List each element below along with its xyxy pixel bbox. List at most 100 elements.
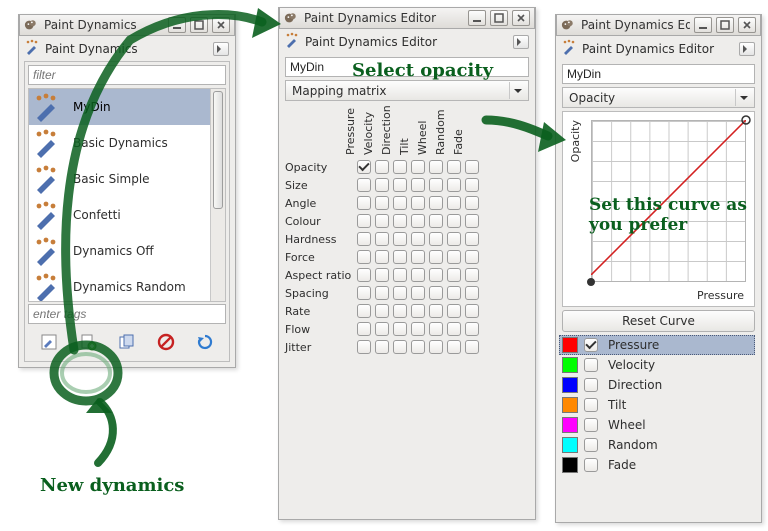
matrix-checkbox[interactable] — [357, 322, 371, 336]
matrix-checkbox[interactable] — [465, 250, 479, 264]
legend-checkbox[interactable] — [584, 358, 598, 372]
matrix-checkbox[interactable] — [429, 160, 443, 174]
edit-dynamics-button[interactable] — [32, 330, 66, 354]
matrix-checkbox[interactable] — [375, 268, 389, 282]
matrix-checkbox[interactable] — [465, 196, 479, 210]
list-item[interactable]: Basic Simple — [29, 161, 225, 197]
list-item[interactable]: Confetti — [29, 197, 225, 233]
matrix-checkbox[interactable] — [411, 160, 425, 174]
matrix-checkbox[interactable] — [411, 304, 425, 318]
matrix-checkbox[interactable] — [447, 160, 461, 174]
matrix-checkbox[interactable] — [447, 214, 461, 228]
minimize-button[interactable] — [468, 10, 486, 26]
curve-editor[interactable]: Opacity Pressure — [562, 111, 755, 307]
matrix-checkbox[interactable] — [393, 322, 407, 336]
dock-menu-button[interactable] — [513, 35, 529, 49]
matrix-checkbox[interactable] — [447, 250, 461, 264]
dynamics-name-input[interactable] — [285, 57, 529, 77]
matrix-checkbox[interactable] — [357, 286, 371, 300]
legend-row[interactable]: Pressure — [559, 335, 755, 355]
matrix-checkbox[interactable] — [429, 178, 443, 192]
titlebar[interactable]: Paint Dynamics Editor — [556, 14, 761, 36]
matrix-checkbox[interactable] — [447, 304, 461, 318]
matrix-checkbox[interactable] — [357, 304, 371, 318]
list-scrollbar[interactable] — [210, 89, 225, 301]
new-dynamics-button[interactable] — [71, 330, 105, 354]
list-item[interactable]: Dynamics Off — [29, 233, 225, 269]
matrix-checkbox[interactable] — [447, 178, 461, 192]
matrix-checkbox[interactable] — [465, 214, 479, 228]
matrix-checkbox[interactable] — [357, 196, 371, 210]
legend-row[interactable]: Wheel — [562, 415, 755, 435]
matrix-checkbox[interactable] — [465, 268, 479, 282]
legend-row[interactable]: Direction — [562, 375, 755, 395]
matrix-checkbox[interactable] — [375, 196, 389, 210]
matrix-checkbox[interactable] — [375, 178, 389, 192]
matrix-checkbox[interactable] — [429, 232, 443, 246]
matrix-checkbox[interactable] — [357, 178, 371, 192]
maximize-button[interactable] — [190, 17, 208, 33]
matrix-checkbox[interactable] — [411, 196, 425, 210]
matrix-checkbox[interactable] — [393, 250, 407, 264]
matrix-checkbox[interactable] — [375, 250, 389, 264]
filter-input[interactable] — [28, 65, 226, 85]
maximize-button[interactable] — [716, 17, 734, 33]
matrix-checkbox[interactable] — [411, 322, 425, 336]
close-button[interactable] — [212, 17, 230, 33]
list-item[interactable]: MyDin — [29, 89, 225, 125]
matrix-checkbox[interactable] — [411, 286, 425, 300]
matrix-checkbox[interactable] — [375, 214, 389, 228]
matrix-checkbox[interactable] — [393, 196, 407, 210]
matrix-checkbox[interactable] — [393, 214, 407, 228]
dock-menu-button[interactable] — [213, 42, 229, 56]
dynamics-name-input[interactable] — [562, 64, 755, 84]
matrix-checkbox[interactable] — [429, 340, 443, 354]
matrix-checkbox[interactable] — [465, 232, 479, 246]
close-button[interactable] — [738, 17, 756, 33]
matrix-checkbox[interactable] — [411, 268, 425, 282]
matrix-checkbox[interactable] — [447, 268, 461, 282]
legend-checkbox[interactable] — [584, 378, 598, 392]
refresh-dynamics-button[interactable] — [188, 330, 222, 354]
close-button[interactable] — [512, 10, 530, 26]
minimize-button[interactable] — [168, 17, 186, 33]
matrix-checkbox[interactable] — [357, 214, 371, 228]
matrix-checkbox[interactable] — [465, 340, 479, 354]
matrix-checkbox[interactable] — [357, 268, 371, 282]
dock-menu-button[interactable] — [739, 42, 755, 56]
legend-row[interactable]: Velocity — [562, 355, 755, 375]
minimize-button[interactable] — [694, 17, 712, 33]
list-item[interactable]: Basic Dynamics — [29, 125, 225, 161]
matrix-checkbox[interactable] — [411, 250, 425, 264]
matrix-checkbox[interactable] — [411, 232, 425, 246]
titlebar[interactable]: Paint Dynamics Editor — [279, 7, 535, 29]
matrix-checkbox[interactable] — [447, 232, 461, 246]
titlebar[interactable]: Paint Dynamics — [19, 14, 235, 36]
matrix-checkbox[interactable] — [411, 214, 425, 228]
legend-checkbox[interactable] — [584, 438, 598, 452]
matrix-checkbox[interactable] — [447, 196, 461, 210]
matrix-checkbox[interactable] — [393, 340, 407, 354]
legend-row[interactable]: Fade — [562, 455, 755, 475]
matrix-checkbox[interactable] — [465, 304, 479, 318]
matrix-checkbox[interactable] — [429, 196, 443, 210]
matrix-checkbox[interactable] — [429, 286, 443, 300]
matrix-checkbox[interactable] — [465, 178, 479, 192]
matrix-checkbox[interactable] — [429, 268, 443, 282]
mapping-dropdown[interactable]: Mapping matrix — [285, 80, 529, 101]
matrix-checkbox[interactable] — [393, 286, 407, 300]
matrix-checkbox[interactable] — [429, 214, 443, 228]
matrix-checkbox[interactable] — [429, 250, 443, 264]
matrix-checkbox[interactable] — [357, 340, 371, 354]
matrix-checkbox[interactable] — [393, 160, 407, 174]
scrollbar-thumb[interactable] — [213, 91, 223, 209]
matrix-checkbox[interactable] — [465, 160, 479, 174]
matrix-checkbox[interactable] — [393, 178, 407, 192]
matrix-checkbox[interactable] — [375, 322, 389, 336]
matrix-checkbox[interactable] — [429, 322, 443, 336]
legend-checkbox[interactable] — [584, 458, 598, 472]
matrix-checkbox[interactable] — [357, 160, 371, 174]
matrix-checkbox[interactable] — [411, 340, 425, 354]
duplicate-dynamics-button[interactable] — [110, 330, 144, 354]
matrix-checkbox[interactable] — [375, 340, 389, 354]
